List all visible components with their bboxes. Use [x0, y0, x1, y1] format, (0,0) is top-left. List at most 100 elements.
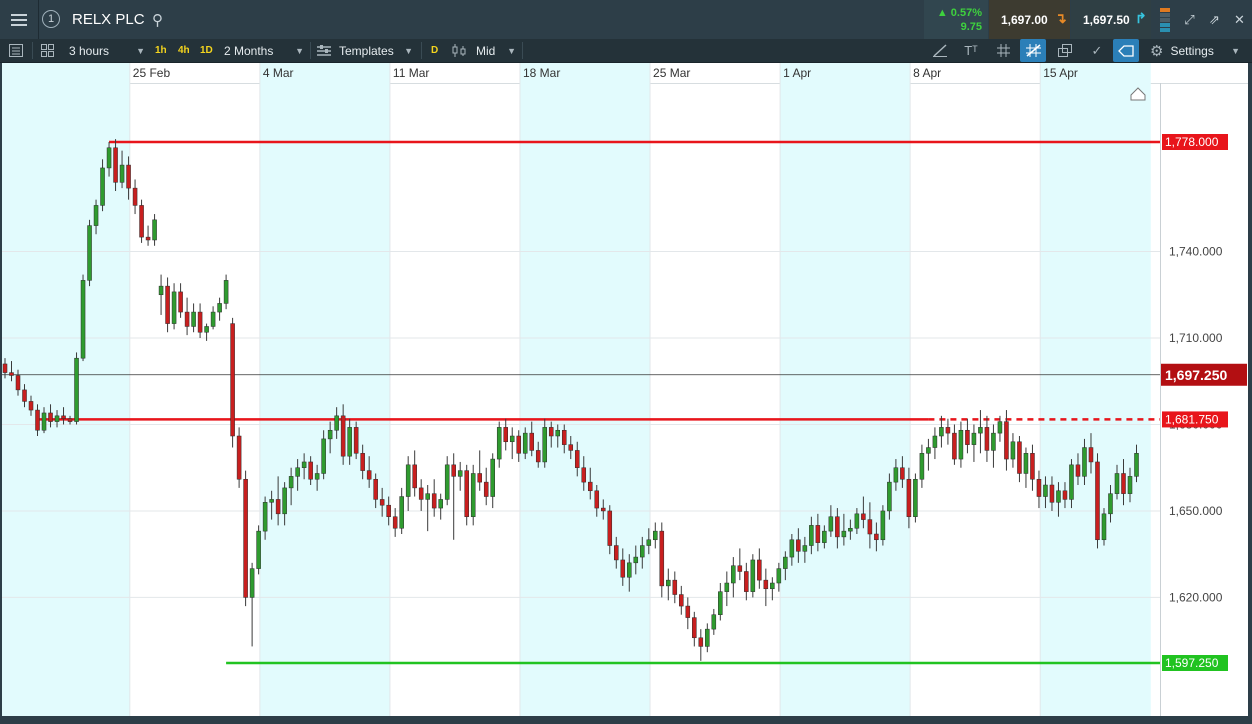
candle-body-down	[48, 412, 53, 422]
candle-body-up	[1114, 473, 1120, 494]
candle-body-down	[607, 510, 613, 546]
candle-body-down	[867, 519, 873, 535]
candle-body-up	[542, 427, 548, 463]
candle-body-down	[379, 499, 385, 506]
candle-body-up	[1082, 447, 1087, 477]
candle-body-up	[1069, 464, 1074, 500]
candle-body-down	[418, 487, 424, 500]
candle-body-up	[731, 565, 736, 584]
candle-body-up	[1010, 441, 1016, 460]
candle-body-up	[789, 539, 795, 558]
candle-body-down	[574, 450, 580, 468]
y-tick-label: 1,650.000	[1169, 504, 1223, 518]
candle-body-down	[165, 285, 170, 324]
candle-body-up	[971, 432, 977, 445]
candle-body-down	[1121, 473, 1126, 494]
candle-body-up	[666, 579, 671, 587]
candle-body-up	[1023, 453, 1029, 474]
candle-body-up	[841, 530, 847, 538]
candle-body-down	[952, 432, 957, 460]
resistance-high-label: 1,778.000	[1165, 135, 1219, 149]
candle-body-up	[327, 429, 333, 440]
candle-body-down	[744, 571, 749, 592]
candle-body-up	[705, 628, 710, 647]
candle-body-up	[295, 467, 300, 477]
candle-body-down	[763, 579, 769, 590]
candle-body-down	[815, 525, 821, 543]
candle-body-up	[919, 453, 925, 480]
candle-body-down	[2, 363, 8, 373]
candle-body-up	[191, 311, 196, 327]
candle-body-up	[718, 591, 723, 615]
candle-body-down	[587, 481, 593, 492]
candle-body-down	[28, 401, 34, 411]
candle-body-down	[594, 490, 600, 509]
candle-body-up	[100, 167, 105, 206]
candle-body-down	[1004, 421, 1009, 460]
candle-body-up	[217, 303, 222, 313]
candle-body-up	[991, 432, 996, 451]
candle-body-up	[1127, 476, 1133, 494]
candle-body-down	[698, 637, 704, 647]
candle-body-up	[119, 164, 125, 183]
candle-body-up	[444, 464, 450, 500]
candle-body-up	[106, 147, 112, 169]
candle-body-up	[490, 458, 495, 497]
candle-body-up	[288, 476, 294, 489]
candle-body-up	[509, 435, 515, 443]
candle-body-down	[412, 464, 417, 489]
candle-body-down	[503, 427, 508, 443]
candle-body-up	[646, 539, 652, 546]
candle-body-down	[1036, 478, 1042, 497]
candle-body-up	[334, 415, 339, 431]
candle-body-up	[152, 219, 157, 241]
candle-body-up	[405, 464, 411, 497]
candle-body-down	[1017, 441, 1022, 474]
candle-body-up	[223, 280, 229, 304]
price-chart[interactable]: 25 Feb 4 Mar 11 Mar 18 Mar 25 Mar 1 Apr 8 Apr 1…	[0, 0, 1252, 724]
candle-body-down	[679, 594, 684, 607]
candle-body-down	[620, 559, 626, 578]
x-tick-label: 11 Mar	[393, 66, 429, 80]
candle-body-up	[249, 568, 255, 598]
candle-body-down	[945, 427, 951, 434]
candle-body-down	[692, 617, 697, 639]
candle-body-down	[353, 427, 359, 454]
x-tick-label: 15 Apr	[1043, 66, 1078, 80]
candle-body-up	[640, 545, 645, 558]
candle-body-down	[906, 478, 912, 517]
candle-body-up	[828, 516, 834, 532]
candle-body-up	[171, 291, 177, 324]
y-tick-label: 1,710.000	[1169, 331, 1223, 345]
candle-body-down	[366, 470, 372, 480]
candle-body-up	[893, 467, 899, 483]
candle-body-up	[457, 470, 463, 477]
candle-body-up	[522, 432, 528, 454]
candle-body-down	[581, 467, 587, 483]
candle-body-down	[1075, 464, 1081, 477]
candle-body-up	[880, 510, 886, 541]
candle-body-down	[230, 323, 235, 437]
candle-body-up	[809, 525, 814, 546]
candle-body-down	[796, 539, 801, 552]
candle-body-up	[822, 530, 827, 543]
candle-body-up	[158, 285, 164, 296]
window-border-left	[0, 63, 2, 724]
candle-body-down	[659, 530, 665, 587]
candle-body-up	[750, 559, 756, 592]
candle-body-down	[737, 565, 743, 572]
x-tick-label: 25 Mar	[653, 66, 690, 80]
candle-body-down	[672, 579, 678, 595]
candle-body-up	[711, 614, 717, 630]
candle-body-up	[913, 478, 918, 517]
candle-body-down	[340, 415, 346, 457]
candle-body-down	[984, 427, 990, 451]
candle-body-up	[269, 499, 274, 503]
candle-body-up	[978, 427, 983, 434]
candle-body-up	[74, 357, 79, 422]
candle-body-down	[535, 450, 541, 463]
support-low-label: 1,597.250	[1165, 656, 1219, 670]
candle-body-up	[1043, 484, 1048, 497]
window-border-right	[1248, 63, 1252, 724]
candle-body-down	[243, 478, 248, 598]
